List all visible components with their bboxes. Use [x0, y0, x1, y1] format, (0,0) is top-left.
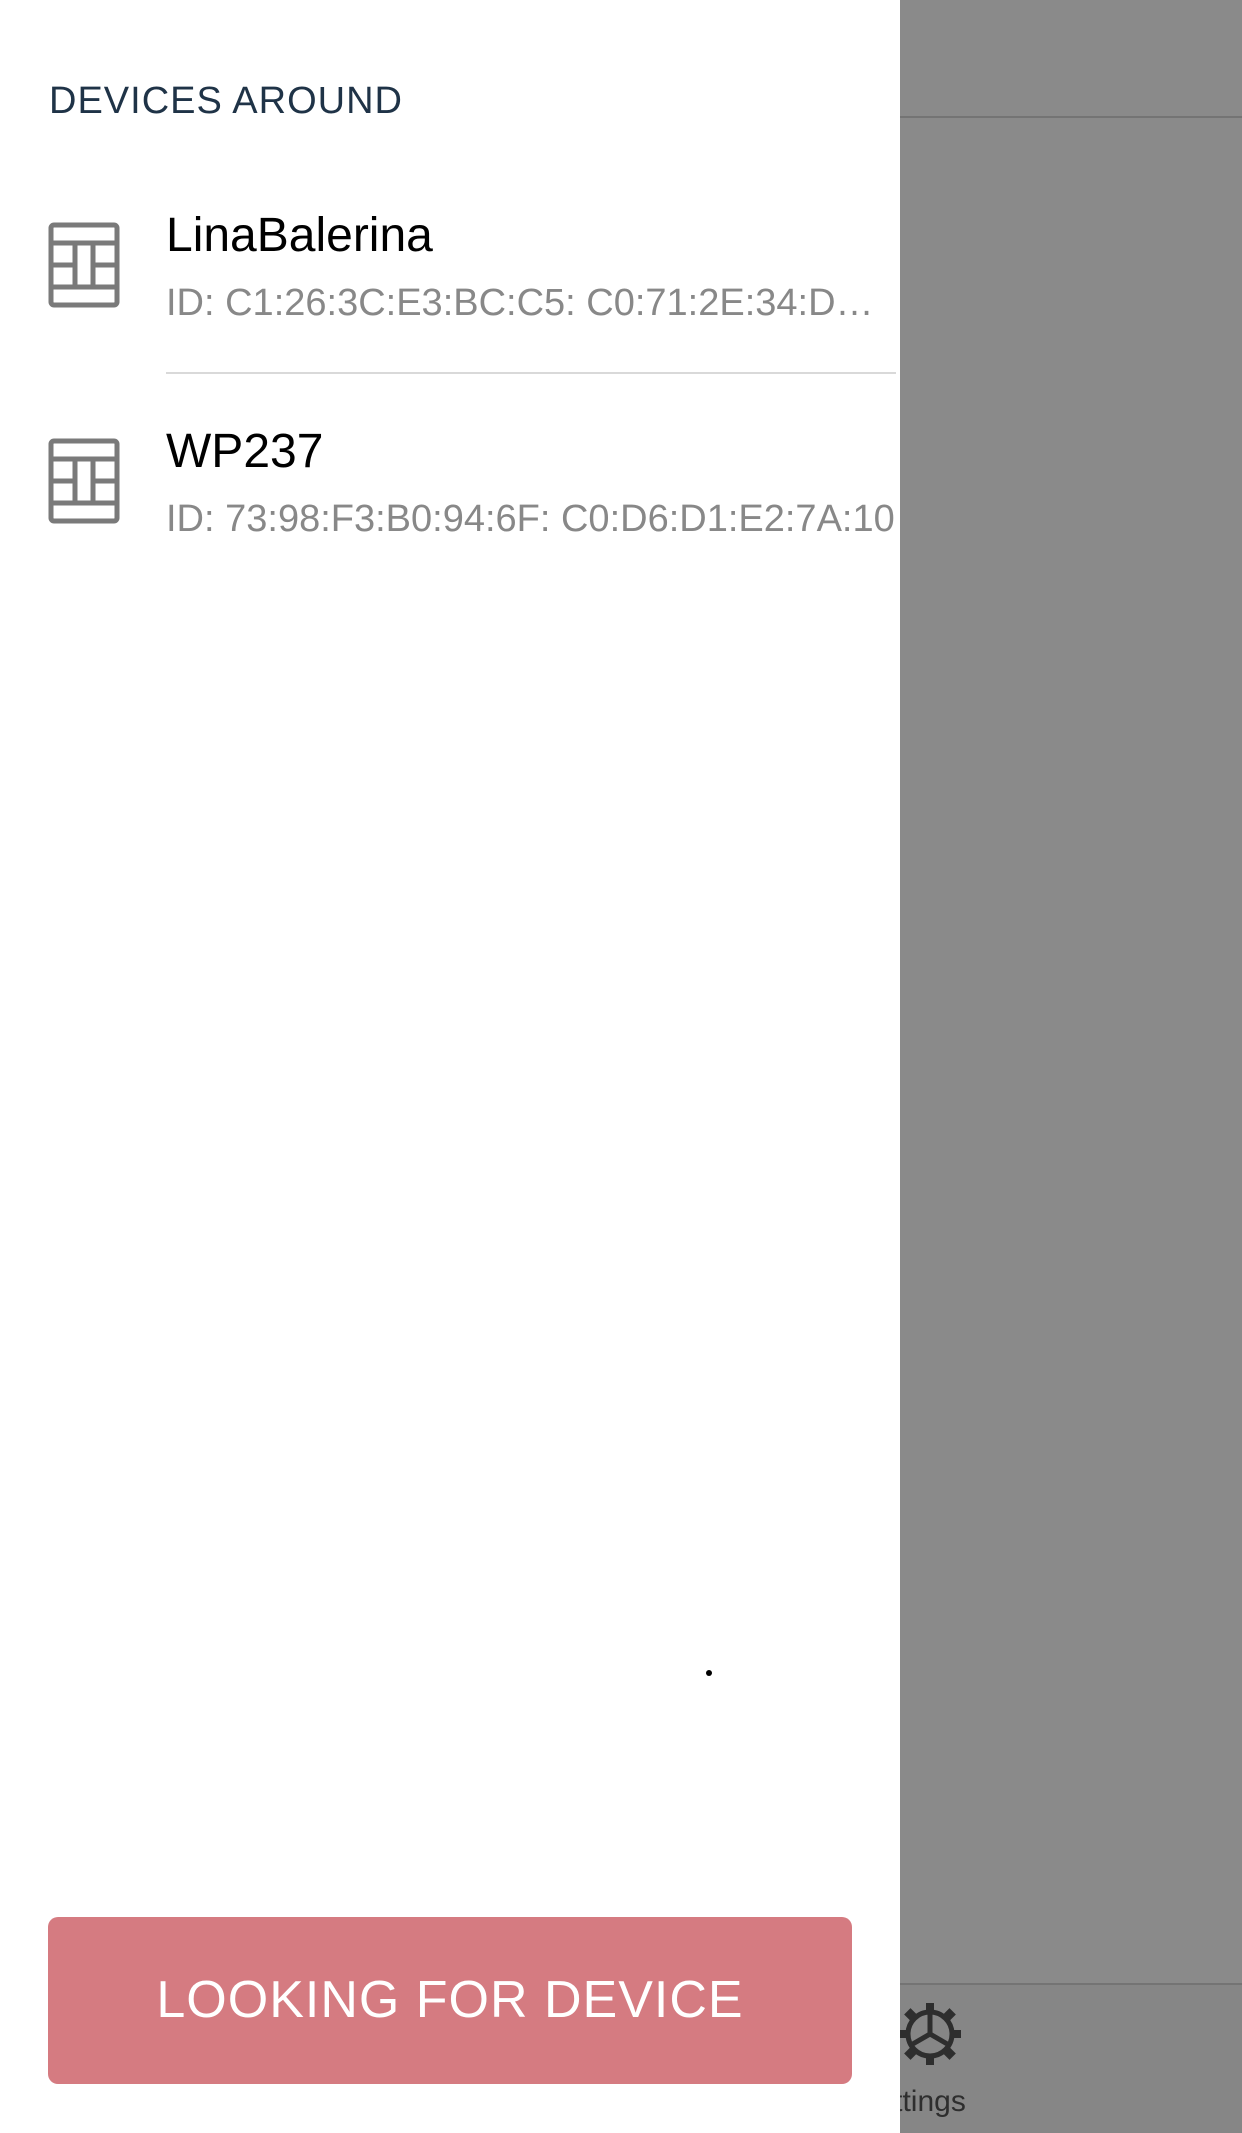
loading-dot	[706, 1670, 712, 1676]
drawer-title: DEVICES AROUND	[49, 80, 403, 122]
device-list-item[interactable]: WP237 ID: 73:98:F3:B0:94:6F: C0:D6:D1:E2…	[0, 374, 900, 590]
device-name: WP237	[166, 425, 324, 478]
device-name: LinaBalerina	[166, 209, 433, 262]
devices-drawer: DEVICES AROUND LinaBalerina ID: C1:26:3C…	[0, 0, 900, 2133]
device-list-item[interactable]: LinaBalerina ID: C1:26:3C:E3:BC:C5: C0:7…	[0, 158, 900, 374]
looking-for-device-button[interactable]: LOOKING FOR DEVICE	[48, 1917, 852, 2084]
device-id: ID: 73:98:F3:B0:94:6F: C0:D6:D1:E2:7A:10	[166, 498, 895, 540]
device-id: ID: C1:26:3C:E3:BC:C5: C0:71:2E:34:DA:7B	[166, 282, 896, 324]
device-grid-icon	[48, 438, 120, 524]
device-grid-icon	[48, 222, 120, 308]
app-screen: vice ebar.	[0, 0, 1242, 2133]
